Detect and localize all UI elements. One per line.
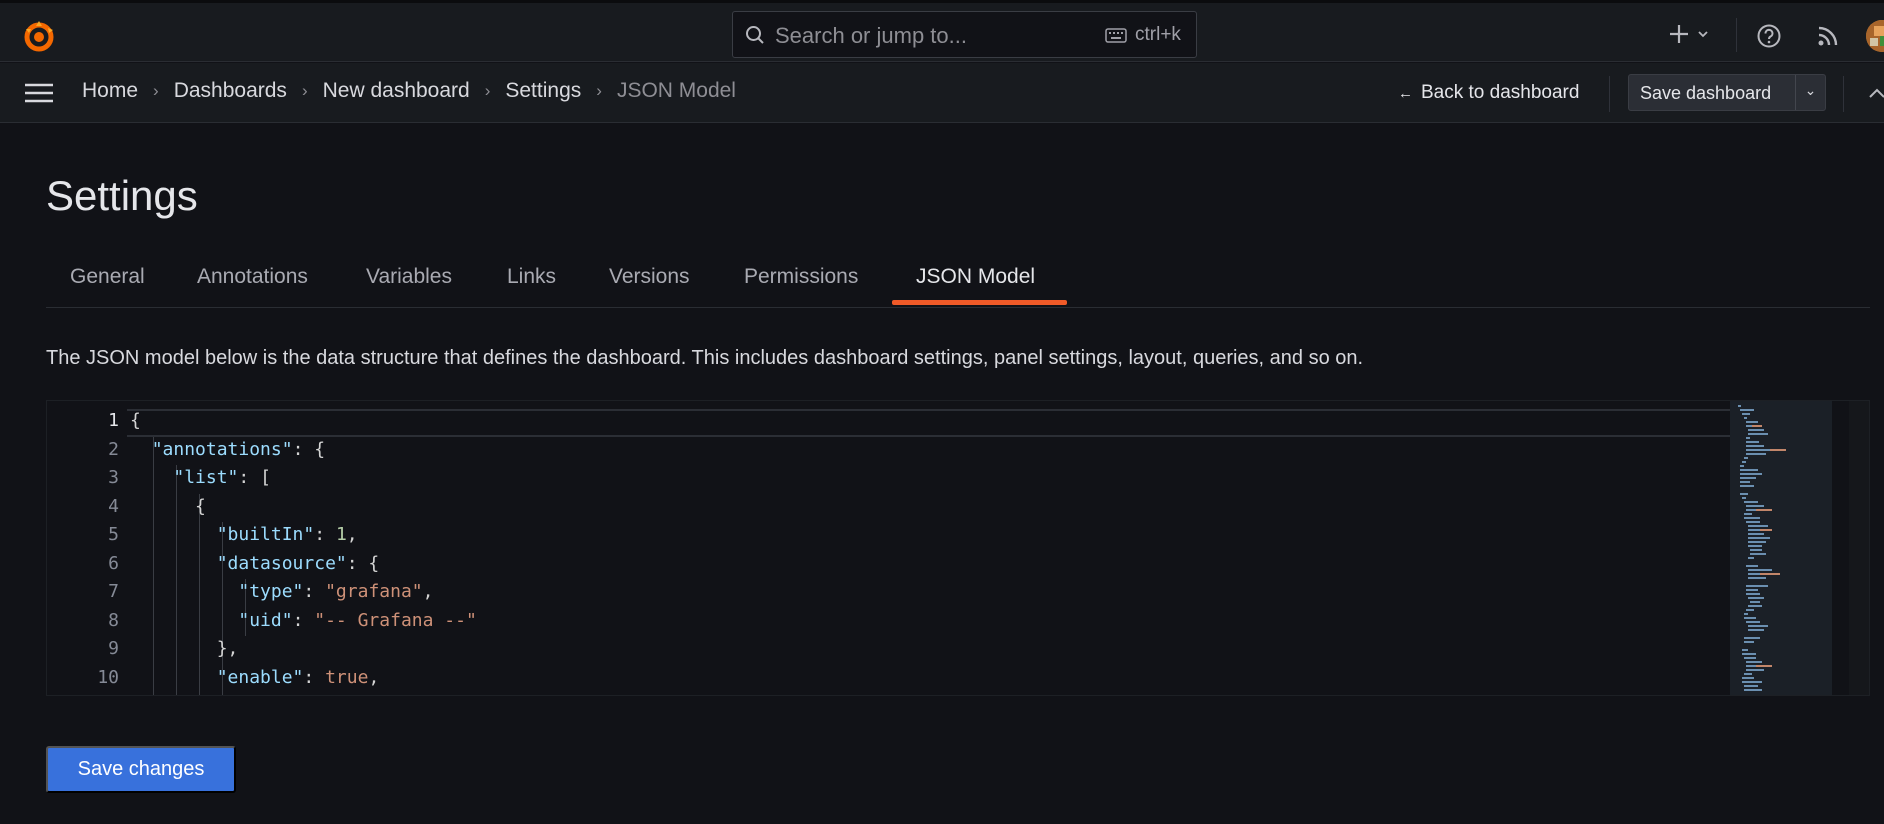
collapse-icon[interactable] <box>1868 87 1884 99</box>
tab-versions[interactable]: Versions <box>609 265 690 289</box>
line-number: 7 <box>108 581 119 602</box>
save-dashboard-button[interactable]: Save dashboard ⌄ <box>1628 74 1826 111</box>
breadcrumb-dashboards[interactable]: Dashboards <box>174 79 287 103</box>
tab-general[interactable]: General <box>70 265 145 289</box>
divider <box>1609 76 1610 112</box>
breadcrumb-bar: Home › Dashboards › New dashboard › Sett… <box>0 63 1884 123</box>
code-line: "datasource": { <box>216 553 380 574</box>
save-changes-button[interactable]: Save changes <box>46 746 236 793</box>
line-number: 8 <box>108 610 119 631</box>
code-line: "list": [ <box>173 467 271 488</box>
back-to-dashboard-button[interactable]: ← Back to dashboard <box>1398 82 1579 104</box>
code-line: "uid": "-- Grafana --" <box>238 610 477 631</box>
search-input[interactable]: Search or jump to... ctrl+k <box>732 11 1197 58</box>
breadcrumb-home[interactable]: Home <box>82 79 138 103</box>
breadcrumb-settings[interactable]: Settings <box>505 79 581 103</box>
json-editor[interactable]: 1 2 3 4 5 6 7 8 9 10 { "annotations": { … <box>46 400 1870 696</box>
line-number: 10 <box>97 667 119 688</box>
divider <box>1843 76 1844 112</box>
code-line: "builtIn": 1, <box>216 524 358 545</box>
code-line: "annotations": { <box>151 439 326 460</box>
line-number: 3 <box>108 467 119 488</box>
chevron-down-icon <box>1698 31 1708 38</box>
page-title: Settings <box>46 172 198 219</box>
page-description: The JSON model below is the data structu… <box>46 347 1364 369</box>
chevron-right-icon: › <box>301 81 308 100</box>
chevron-right-icon: › <box>596 81 602 100</box>
line-number: 6 <box>108 553 119 574</box>
rss-icon[interactable] <box>1815 23 1841 49</box>
grafana-logo-icon[interactable] <box>20 17 58 55</box>
tab-permissions[interactable]: Permissions <box>744 265 858 289</box>
breadcrumb-json-model: JSON Model <box>616 79 736 102</box>
keyboard-icon <box>1105 28 1127 43</box>
breadcrumb-new-dashboard[interactable]: New dashboard <box>323 79 470 103</box>
code-line: { <box>130 496 206 517</box>
top-bar: Search or jump to... ctrl+k <box>0 0 1884 62</box>
tab-annotations[interactable]: Annotations <box>197 265 308 289</box>
current-line-highlight <box>127 409 1775 437</box>
search-shortcut: ctrl+k <box>1135 24 1181 45</box>
avatar[interactable] <box>1866 20 1884 52</box>
chevron-right-icon: › <box>484 81 491 100</box>
line-number: 2 <box>108 439 119 460</box>
save-dashboard-label[interactable]: Save dashboard <box>1629 75 1795 110</box>
breadcrumb: Home › Dashboards › New dashboard › Sett… <box>82 79 736 103</box>
tab-variables[interactable]: Variables <box>366 265 452 289</box>
arrow-left-icon: ← <box>1398 84 1413 102</box>
chevron-down-icon[interactable]: ⌄ <box>1795 75 1825 110</box>
tab-links[interactable]: Links <box>507 265 556 289</box>
add-new-button[interactable] <box>1668 21 1714 49</box>
chevron-right-icon: › <box>153 81 159 100</box>
back-to-dashboard-label: Back to dashboard <box>1421 82 1580 103</box>
menu-icon[interactable] <box>24 81 54 105</box>
plus-icon <box>1670 25 1688 43</box>
search-icon <box>746 26 764 44</box>
search-placeholder: Search or jump to... <box>775 23 967 48</box>
editor-scrollbar[interactable] <box>1849 401 1869 695</box>
code-line: }, <box>130 638 239 659</box>
code-line: "type": "grafana", <box>238 581 434 602</box>
line-number: 4 <box>108 496 119 517</box>
code-line: { <box>130 410 141 431</box>
active-tab-indicator <box>892 300 1067 305</box>
help-icon[interactable] <box>1756 23 1782 49</box>
divider <box>1736 18 1737 52</box>
line-number: 1 <box>108 410 119 431</box>
editor-minimap[interactable] <box>1730 401 1832 695</box>
line-number: 9 <box>108 638 119 659</box>
line-number: 5 <box>108 524 119 545</box>
tab-json-model[interactable]: JSON Model <box>916 265 1035 289</box>
line-number-gutter: 1 2 3 4 5 6 7 8 9 10 <box>47 401 119 695</box>
code-line: "enable": true, <box>216 667 380 688</box>
